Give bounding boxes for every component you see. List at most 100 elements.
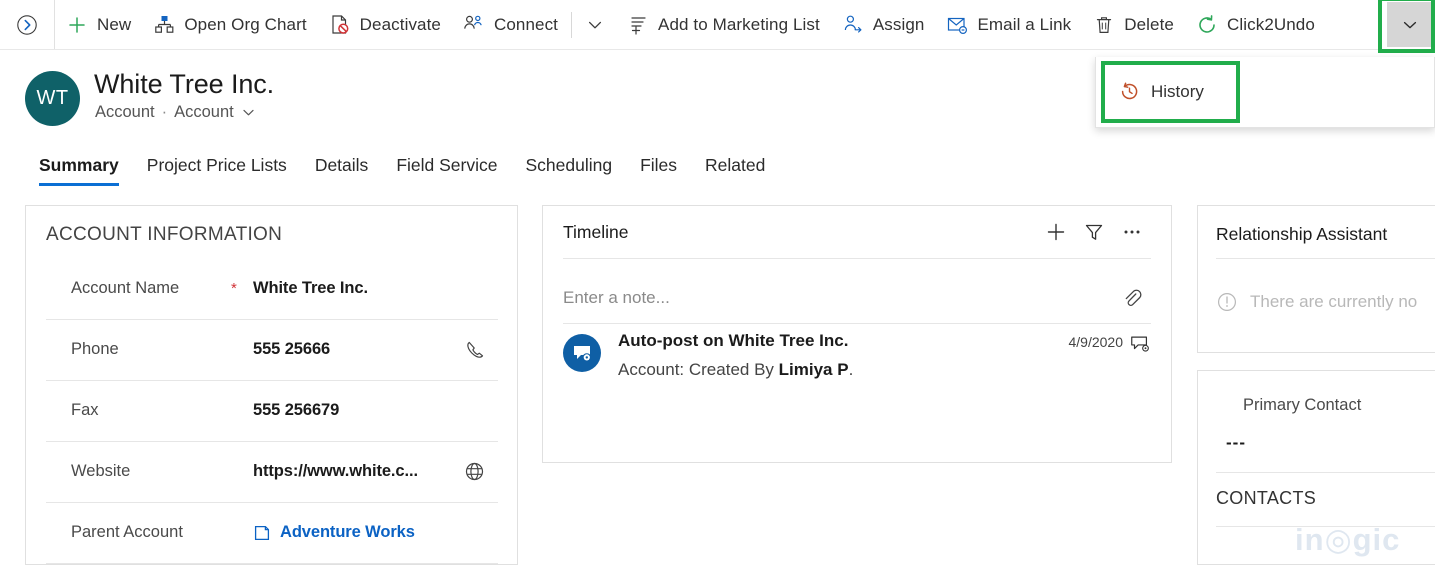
- avatar-initials: WT: [36, 87, 69, 109]
- tab-scheduling-label: Scheduling: [525, 154, 613, 175]
- command-separator: [571, 11, 573, 38]
- overflow-button-highlight: [1378, 0, 1435, 53]
- primary-contact-divider: [1216, 472, 1435, 473]
- paperclip-icon[interactable]: [1113, 279, 1151, 317]
- form-tab-list: Summary Project Price Lists Details Fiel…: [0, 148, 1435, 190]
- timeline-post-detail-suffix: .: [848, 360, 854, 379]
- assign-button[interactable]: Assign: [831, 0, 936, 49]
- new-button[interactable]: New: [55, 0, 142, 49]
- phone-icon[interactable]: [464, 339, 498, 361]
- field-value-website[interactable]: https://www.white.c...: [253, 462, 464, 481]
- org-chart-icon: [153, 14, 175, 36]
- field-row-website: Website https://www.white.c...: [46, 441, 498, 503]
- field-row-phone: Phone 555 25666: [46, 319, 498, 381]
- expand-navigation-button[interactable]: [0, 0, 55, 49]
- connect-button[interactable]: Connect: [452, 0, 569, 49]
- primary-contact-label: Primary Contact: [1243, 396, 1362, 414]
- tab-details[interactable]: Details: [301, 148, 383, 182]
- timeline-card: Timeline Enter a note... Auto-post on Wh…: [542, 205, 1172, 463]
- add-to-marketing-list-button[interactable]: Add to Marketing List: [616, 0, 831, 49]
- expand-right-circle-icon: [16, 14, 38, 36]
- create-timeline-record-button[interactable]: [1037, 213, 1075, 251]
- chevron-down-icon: [584, 14, 606, 36]
- menu-item-history[interactable]: History: [1105, 64, 1236, 119]
- history-clock-icon: [1118, 81, 1140, 103]
- tab-details-label: Details: [314, 154, 369, 175]
- timeline-post-detail-prefix: Account: Created By: [618, 360, 779, 379]
- relationship-assistant-card: Relationship Assistant There are current…: [1197, 205, 1435, 353]
- field-label-website: Website: [71, 462, 131, 480]
- command-group-chevron-button[interactable]: [574, 0, 616, 49]
- tab-summary-label: Summary: [39, 154, 119, 175]
- click2undo-button[interactable]: Click2Undo: [1185, 0, 1326, 49]
- open-org-chart-button[interactable]: Open Org Chart: [142, 0, 317, 49]
- field-value-fax[interactable]: 555 256679: [253, 401, 464, 420]
- timeline-post-title: Auto-post on White Tree Inc.: [618, 331, 849, 350]
- click2undo-label: Click2Undo: [1226, 15, 1315, 34]
- parent-account-link-label: Adventure Works: [280, 523, 415, 541]
- timeline-post-date: 4/9/2020: [1068, 334, 1124, 350]
- tab-scheduling[interactable]: Scheduling: [511, 148, 626, 182]
- breadcrumb: Account · Account: [95, 103, 256, 122]
- timeline-post-item[interactable]: Auto-post on White Tree Inc. 4/9/2020 Ac…: [563, 331, 1151, 380]
- breadcrumb-entity: Account: [95, 103, 155, 121]
- assign-label: Assign: [872, 15, 925, 34]
- primary-contact-value[interactable]: ---: [1226, 433, 1246, 453]
- required-marker: *: [231, 280, 237, 297]
- tab-files[interactable]: Files: [626, 148, 691, 182]
- tab-field-service-label: Field Service: [396, 154, 498, 175]
- note-input-row[interactable]: Enter a note...: [563, 274, 1151, 322]
- add-to-marketing-list-label: Add to Marketing List: [658, 15, 820, 34]
- contacts-section-title: CONTACTS: [1216, 488, 1317, 508]
- lookup-record-icon: [253, 524, 271, 542]
- filter-timeline-button[interactable]: [1075, 213, 1113, 251]
- timeline-title: Timeline: [563, 221, 629, 242]
- timeline-post-header: Auto-post on White Tree Inc. 4/9/2020: [618, 331, 1151, 355]
- watermark-text-before: in: [1295, 522, 1325, 557]
- timeline-post-detail: Account: Created By Limiya P.: [618, 360, 1151, 380]
- tab-project-price-lists[interactable]: Project Price Lists: [133, 148, 301, 182]
- field-label-account-name: Account Name: [71, 279, 180, 297]
- note-input-placeholder: Enter a note...: [563, 288, 670, 307]
- note-input-divider: [563, 323, 1151, 324]
- watermark-text-after: gic: [1352, 522, 1401, 557]
- field-row-parent-account: Parent Account Adventure Works: [46, 502, 498, 564]
- delete-button[interactable]: Delete: [1082, 0, 1185, 49]
- command-bar-overflow-menu: History: [1095, 57, 1435, 128]
- account-information-title: ACCOUNT INFORMATION: [46, 224, 283, 245]
- breadcrumb-form-name[interactable]: Account: [174, 103, 234, 122]
- field-value-phone[interactable]: 555 25666: [253, 340, 464, 359]
- chevron-down-icon[interactable]: [241, 105, 256, 120]
- info-circle-icon: [1216, 291, 1238, 313]
- field-label-parent-account: Parent Account: [71, 523, 183, 541]
- timeline-more-commands-button[interactable]: [1113, 213, 1151, 251]
- inogic-watermark: in◎gic: [1295, 522, 1400, 558]
- menu-item-history-label: History: [1151, 81, 1204, 101]
- tab-summary[interactable]: Summary: [25, 148, 133, 186]
- breadcrumb-separator: ·: [161, 103, 168, 121]
- post-bubble-icon: [1123, 331, 1151, 355]
- watermark-text-mid: ◎: [1324, 522, 1353, 557]
- timeline-header: Timeline: [543, 206, 1171, 258]
- field-label-phone: Phone: [71, 340, 119, 358]
- connect-people-icon: [463, 14, 485, 36]
- field-value-parent-account[interactable]: Adventure Works: [253, 523, 464, 542]
- tab-files-label: Files: [640, 154, 678, 175]
- email-a-link-button[interactable]: Email a Link: [935, 0, 1082, 49]
- deactivate-label: Deactivate: [359, 15, 441, 34]
- tab-field-service[interactable]: Field Service: [382, 148, 511, 182]
- globe-icon[interactable]: [464, 461, 498, 482]
- auto-post-bubble-icon: [563, 334, 601, 372]
- add-to-list-icon: [627, 14, 649, 36]
- deactivate-button[interactable]: Deactivate: [318, 0, 452, 49]
- tab-related[interactable]: Related: [691, 148, 779, 182]
- field-row-account-name: Account Name * White Tree Inc.: [46, 258, 498, 320]
- deactivate-document-icon: [329, 14, 351, 36]
- email-link-icon: [946, 14, 968, 36]
- email-a-link-label: Email a Link: [977, 15, 1072, 34]
- undo-circle-icon: [1196, 14, 1218, 36]
- account-information-card: ACCOUNT INFORMATION Account Name * White…: [25, 205, 518, 565]
- relationship-assistant-divider: [1216, 258, 1435, 259]
- field-value-account-name[interactable]: White Tree Inc.: [253, 279, 464, 298]
- timeline-post-author: Limiya P: [778, 360, 849, 379]
